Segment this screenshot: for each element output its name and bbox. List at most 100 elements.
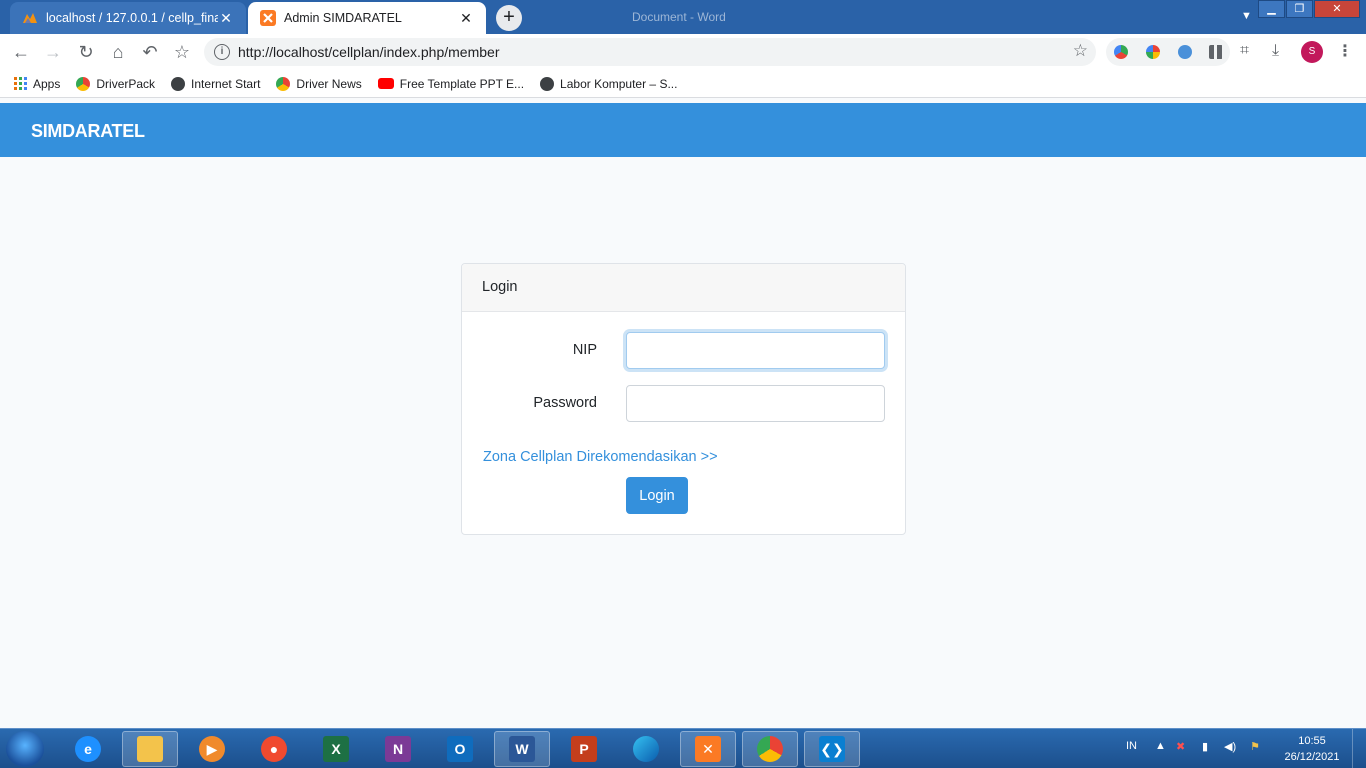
globe-icon [171, 76, 186, 91]
bookmark-label: DriverPack [96, 76, 156, 91]
taskbar-vscode[interactable]: ❮❯ [804, 731, 860, 767]
bookmark-label: Free Template PPT E... [399, 76, 525, 91]
password-input[interactable] [626, 385, 885, 422]
reload-icon[interactable]: ↻ [75, 41, 97, 63]
color-picker-extension-icon[interactable] [1146, 45, 1160, 59]
chrome-icon [757, 736, 783, 762]
taskbar-edge[interactable] [618, 731, 674, 767]
tab-search-icon[interactable]: ▼ [1241, 10, 1252, 22]
internet-explorer-icon: e [75, 736, 101, 762]
bookmark-driver-news[interactable]: Driver News [276, 76, 362, 91]
menu-kebab-icon[interactable]: ⋮ [1337, 41, 1353, 61]
profile-avatar[interactable]: S [1301, 41, 1323, 63]
bookmark-free-template[interactable]: Free Template PPT E... [377, 76, 525, 91]
vscode-icon: ❮❯ [819, 736, 845, 762]
taskbar-excel[interactable]: X [308, 731, 364, 767]
bookmark-apps[interactable]: Apps [14, 77, 60, 91]
crop-icon[interactable]: ⌗ [1240, 42, 1249, 60]
taskbar-file-explorer[interactable] [122, 731, 178, 767]
tab-title: localhost / 127.0.0.1 / cellp_final [46, 11, 218, 25]
flag-notification-icon[interactable]: ⚑ [1250, 740, 1260, 753]
clock-time: 10:55 [1298, 735, 1326, 747]
media-player-icon: ▶ [199, 736, 225, 762]
taskbar-media-player[interactable]: ▶ [184, 731, 240, 767]
app-navbar: SIMDARATEL [0, 103, 1366, 157]
bookmark-label: Driver News [296, 76, 362, 91]
taskbar-outlook[interactable]: O [432, 731, 488, 767]
login-card-header: Login [462, 264, 905, 312]
excel-icon: X [323, 736, 349, 762]
extension-grid-icon[interactable] [1209, 45, 1223, 59]
taskbar-word[interactable]: W [494, 731, 550, 767]
globe-icon [540, 76, 555, 91]
restore-button[interactable]: ❐ [1286, 0, 1313, 18]
screen-recorder-icon: ● [261, 736, 287, 762]
battery-icon[interactable]: ▮ [1202, 740, 1208, 753]
forward-icon[interactable]: → [42, 41, 64, 63]
bookmark-label: Apps [33, 76, 61, 91]
password-label: Password [533, 395, 597, 411]
word-icon: W [509, 736, 535, 762]
app-brand[interactable]: SIMDARATEL [31, 121, 145, 142]
window-title: Document - Word [632, 10, 726, 24]
folder-icon [137, 736, 163, 762]
volume-icon[interactable]: ◀) [1224, 740, 1236, 753]
bookmark-star-icon[interactable]: ☆ [171, 41, 193, 63]
language-indicator[interactable]: IN [1126, 740, 1137, 752]
zona-cellplan-link[interactable]: Zona Cellplan Direkomendasikan >> [483, 449, 718, 465]
powerpoint-icon: P [571, 736, 597, 762]
system-clock[interactable]: 10:55 26/12/2021 [1280, 733, 1344, 765]
browser-toolbar: ← → ↻ ⌂ ↶ ☆ i http://localhost/cellplan/… [0, 34, 1366, 70]
taskbar-xampp[interactable]: ✕ [680, 731, 736, 767]
window-controls: ▁ ❐ ✕ [1257, 0, 1360, 18]
taskbar-screen-recorder[interactable]: ● [246, 731, 302, 767]
driverpack-icon [76, 76, 91, 91]
extension-bird-icon[interactable] [1178, 45, 1192, 59]
home-icon[interactable]: ⌂ [107, 41, 129, 63]
taskbar-internet-explorer[interactable]: e [60, 731, 116, 767]
tab-phpmyadmin[interactable]: localhost / 127.0.0.1 / cellp_final ✕ [10, 2, 246, 34]
login-button[interactable]: Login [626, 477, 688, 514]
onenote-icon: N [385, 736, 411, 762]
apps-grid-icon [14, 77, 27, 90]
extensions-group [1106, 38, 1230, 66]
clock-date: 26/12/2021 [1284, 751, 1340, 763]
phpmyadmin-icon [23, 13, 37, 23]
taskbar-onenote[interactable]: N [370, 731, 426, 767]
back-icon[interactable]: ← [10, 41, 32, 63]
bookmark-page-icon[interactable]: ☆ [1073, 41, 1088, 61]
extension-globe-icon[interactable] [1114, 45, 1128, 59]
address-bar[interactable]: i http://localhost/cellplan/index.php/me… [204, 38, 1096, 66]
site-info-icon[interactable]: i [214, 44, 230, 60]
bookmark-label: Labor Komputer – S... [560, 76, 678, 91]
page-content: SIMDARATEL Login NIP Password Zona Cellp… [0, 98, 1366, 728]
driverpack-icon [276, 76, 291, 91]
minimize-button[interactable]: ▁ [1258, 0, 1285, 18]
bookmark-driverpack[interactable]: DriverPack [76, 76, 156, 91]
show-desktop-button[interactable] [1352, 729, 1366, 768]
taskbar-chrome[interactable] [742, 731, 798, 767]
browser-tab-strip: localhost / 127.0.0.1 / cellp_final ✕ Ad… [0, 0, 1366, 34]
undo-icon[interactable]: ↶ [139, 41, 161, 63]
start-button[interactable] [6, 731, 44, 767]
close-tab-icon[interactable]: ✕ [218, 10, 234, 27]
close-tab-icon[interactable]: ✕ [458, 10, 474, 27]
show-hidden-icons-icon[interactable]: ▲ [1155, 740, 1166, 752]
new-tab-button[interactable]: + [496, 5, 522, 31]
taskbar-powerpoint[interactable]: P [556, 731, 612, 767]
bookmark-label: Internet Start [191, 76, 261, 91]
login-card: Login NIP Password Zona Cellplan Direkom… [461, 263, 906, 535]
windows-taskbar: e ▶ ● X N O W P ✕ ❮❯ IN ▲ ✖ ▮ ◀) ⚑ 10:55… [0, 728, 1366, 768]
close-window-button[interactable]: ✕ [1314, 0, 1360, 18]
nip-input[interactable] [626, 332, 885, 369]
bookmarks-bar: Apps DriverPack Internet Start Driver Ne… [0, 70, 1366, 98]
nip-label: NIP [572, 342, 597, 358]
bookmark-labor-komputer[interactable]: Labor Komputer – S... [540, 76, 678, 91]
url-text[interactable]: http://localhost/cellplan/index.php/memb… [238, 44, 499, 60]
download-icon[interactable]: ⤓ [1272, 42, 1279, 60]
bookmark-internet-start[interactable]: Internet Start [171, 76, 261, 91]
youtube-icon [377, 78, 394, 89]
xampp-icon: ✕ [695, 736, 721, 762]
tab-admin-simdaratel[interactable]: Admin SIMDARATEL ✕ [248, 2, 486, 34]
network-disconnected-icon[interactable]: ✖ [1176, 740, 1185, 753]
